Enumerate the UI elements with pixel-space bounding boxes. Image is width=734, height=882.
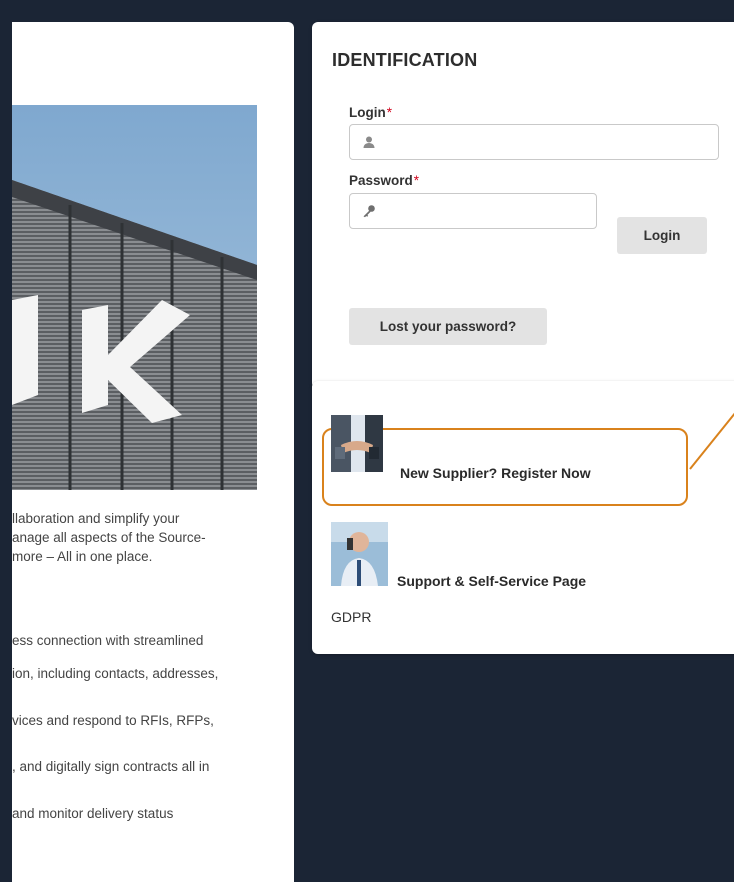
hero-image: [12, 105, 257, 490]
password-input[interactable]: [384, 194, 585, 230]
intro-line: llaboration and simplify your: [12, 511, 180, 526]
login-field[interactable]: [349, 124, 719, 161]
required-mark: *: [386, 105, 393, 120]
feature-item: , and digitally sign contracts all in: [12, 759, 210, 774]
feature-item: ion, including contacts, addresses,: [12, 666, 219, 681]
user-icon: [362, 135, 376, 149]
support-link[interactable]: Support & Self-Service Page: [397, 573, 586, 589]
feature-item: ess connection with streamlined: [12, 633, 204, 648]
feature-item: and monitor delivery status: [12, 806, 174, 821]
gdpr-link[interactable]: GDPR: [331, 609, 371, 625]
handshake-image: [331, 415, 383, 472]
required-mark: *: [413, 173, 420, 188]
support-agent-image: [331, 522, 388, 586]
identification-title: IDENTIFICATION: [332, 50, 478, 70]
login-label: Login*: [349, 105, 392, 120]
login-button[interactable]: Login: [617, 217, 707, 254]
intro-line: more – All in one place.: [12, 549, 153, 564]
key-icon: [362, 204, 376, 218]
callout-arrow: [689, 412, 734, 470]
lost-password-button[interactable]: Lost your password?: [349, 308, 547, 345]
info-panel: llaboration and simplify your anage all …: [12, 22, 294, 882]
feature-item: vices and respond to RFIs, RFPs,: [12, 713, 214, 728]
password-label: Password*: [349, 173, 419, 188]
identification-card: IDENTIFICATION Login* Password* Login Lo…: [312, 22, 734, 389]
register-link[interactable]: New Supplier? Register Now: [400, 465, 591, 481]
intro-line: anage all aspects of the Source-: [12, 530, 206, 545]
password-field[interactable]: [349, 193, 597, 230]
intro-text: llaboration and simplify your anage all …: [12, 509, 272, 566]
links-card: New Supplier? Register Now Support & Sel…: [312, 381, 734, 654]
login-input[interactable]: [384, 125, 683, 161]
password-label-text: Password: [349, 173, 413, 188]
login-label-text: Login: [349, 105, 386, 120]
